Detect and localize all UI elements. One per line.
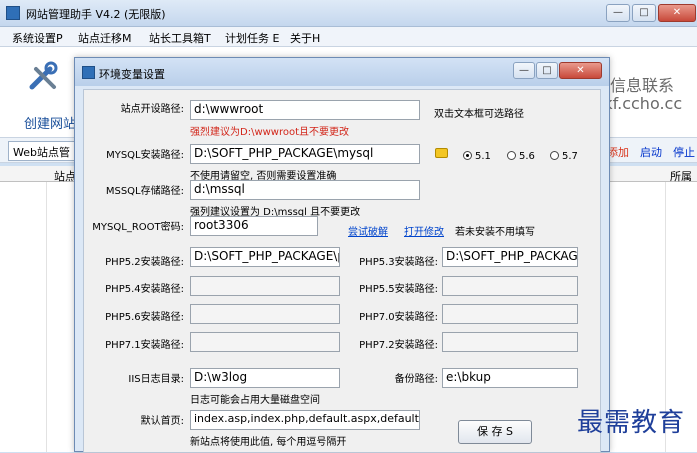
- root-note: 若未安装不用填写: [455, 227, 535, 238]
- default-page-note: 新站点将使用此值, 每个用逗号隔开: [190, 437, 347, 448]
- mysql-version-51-label: 5.1: [475, 151, 491, 162]
- dialog-app-icon: [82, 66, 95, 79]
- start-button[interactable]: 启动: [640, 144, 662, 160]
- main-window-title: 网站管理助手 V4.2 (无限版): [26, 8, 166, 21]
- mssql-path-label: MSSQL存储路径:: [105, 186, 184, 197]
- dialog-close-button[interactable]: ✕: [559, 62, 602, 79]
- radio-icon: [507, 151, 516, 160]
- php56-path-input[interactable]: [190, 304, 340, 324]
- php72-path-input[interactable]: [442, 332, 578, 352]
- open-modify-link[interactable]: 打开修改: [404, 223, 444, 238]
- add-button[interactable]: 添加: [607, 144, 629, 160]
- php55-path-input[interactable]: [442, 276, 578, 296]
- menu-bar: 系统设置P 站点迁移M 站长工具箱T 计划任务 E 关于H: [0, 27, 697, 47]
- iis-log-note: 日志可能会占用大量磁盘空间: [190, 395, 320, 406]
- watermark-text: 最需教育: [577, 408, 686, 438]
- php54-path-label: PHP5.4安装路径:: [105, 284, 184, 295]
- dialog-title: 环境变量设置: [99, 68, 165, 81]
- mysql-root-label: MYSQL_ROOT密码:: [92, 222, 184, 233]
- default-page-label: 默认首页:: [140, 416, 184, 427]
- dialog-maximize-button[interactable]: □: [536, 62, 558, 79]
- php71-path-input[interactable]: [190, 332, 340, 352]
- dialog-title-bar: 环境变量设置 — □ ✕: [75, 58, 609, 86]
- iis-log-input[interactable]: D:\w3log: [190, 368, 340, 388]
- iis-log-label: IIS日志目录:: [128, 374, 184, 385]
- menu-site-migration[interactable]: 站点迁移M: [78, 30, 132, 46]
- backup-path-label: 备份路径:: [394, 374, 438, 385]
- create-site-label: 创建网站: [24, 117, 77, 132]
- mysql-path-input[interactable]: D:\SOFT_PHP_PACKAGE\mysql: [190, 144, 420, 164]
- site-path-hint: 双击文本框可选路径: [434, 109, 524, 120]
- site-path-warning: 强烈建议为D:\wwwroot且不要更改: [190, 127, 350, 138]
- grid-divider: [46, 182, 47, 452]
- mysql-version-radio-57[interactable]: 5.7: [550, 151, 578, 162]
- site-path-label: 站点开设路径:: [120, 104, 184, 115]
- maximize-button[interactable]: □: [632, 4, 656, 22]
- php55-path-label: PHP5.5安装路径:: [359, 284, 438, 295]
- default-page-input[interactable]: index.asp,index.php,default.aspx,default…: [190, 410, 420, 430]
- backup-path-input[interactable]: e:\bkup: [442, 368, 578, 388]
- menu-system-settings[interactable]: 系统设置P: [12, 30, 63, 46]
- menu-webmaster-tools[interactable]: 站长工具箱T: [149, 30, 211, 46]
- mysql-version-radio-56[interactable]: 5.6: [507, 151, 535, 162]
- info-contact-text: 信息联系: [610, 76, 675, 95]
- close-button[interactable]: ✕: [658, 4, 696, 22]
- tools-icon: [29, 61, 58, 90]
- main-title-bar: 网站管理助手 V4.2 (无限版) — □ ✕: [0, 0, 697, 27]
- dialog-minimize-button[interactable]: —: [513, 62, 535, 79]
- site-path-input[interactable]: d:\wwwroot: [190, 100, 420, 120]
- menu-scheduled-tasks[interactable]: 计划任务 E: [225, 30, 279, 46]
- folder-icon[interactable]: [435, 148, 448, 158]
- radio-icon: [550, 151, 559, 160]
- php71-path-label: PHP7.1安装路径:: [105, 340, 184, 351]
- mysql-path-label: MYSQL安装路径:: [106, 150, 184, 161]
- settings-panel: 站点开设路径: d:\wwwroot 双击文本框可选路径 强烈建议为D:\www…: [83, 89, 601, 453]
- save-button[interactable]: 保 存 S: [458, 420, 532, 444]
- mysql-version-radio-51[interactable]: 5.1: [463, 151, 491, 162]
- menu-about[interactable]: 关于H: [290, 30, 320, 46]
- create-site-button[interactable]: 创建网站: [8, 55, 78, 132]
- php72-path-label: PHP7.2安装路径:: [359, 340, 438, 351]
- php52-path-input[interactable]: D:\SOFT_PHP_PACKAGE\p: [190, 247, 340, 267]
- info-site-text: /kf.ccho.cc: [598, 94, 683, 113]
- try-crack-link[interactable]: 尝试破解: [348, 223, 388, 238]
- app-icon: [6, 6, 20, 20]
- radio-icon: [463, 151, 472, 160]
- env-settings-dialog: 环境变量设置 — □ ✕ 站点开设路径: d:\wwwroot 双击文本框可选路…: [74, 57, 610, 453]
- php53-path-input[interactable]: D:\SOFT_PHP_PACKAGI: [442, 247, 578, 267]
- tab-web-sites[interactable]: Web站点管: [8, 141, 75, 161]
- mysql-root-password-input[interactable]: root3306: [190, 216, 318, 236]
- mysql-version-57-label: 5.7: [562, 151, 578, 162]
- minimize-button[interactable]: —: [606, 4, 630, 22]
- php70-path-label: PHP7.0安装路径:: [359, 312, 438, 323]
- stop-button[interactable]: 停止: [673, 144, 695, 160]
- mysql-version-56-label: 5.6: [519, 151, 535, 162]
- php54-path-input[interactable]: [190, 276, 340, 296]
- php52-path-label: PHP5.2安装路径:: [105, 257, 184, 268]
- php56-path-label: PHP5.6安装路径:: [105, 312, 184, 323]
- php70-path-input[interactable]: [442, 304, 578, 324]
- php53-path-label: PHP5.3安装路径:: [359, 257, 438, 268]
- mssql-path-input[interactable]: d:\mssql: [190, 180, 420, 200]
